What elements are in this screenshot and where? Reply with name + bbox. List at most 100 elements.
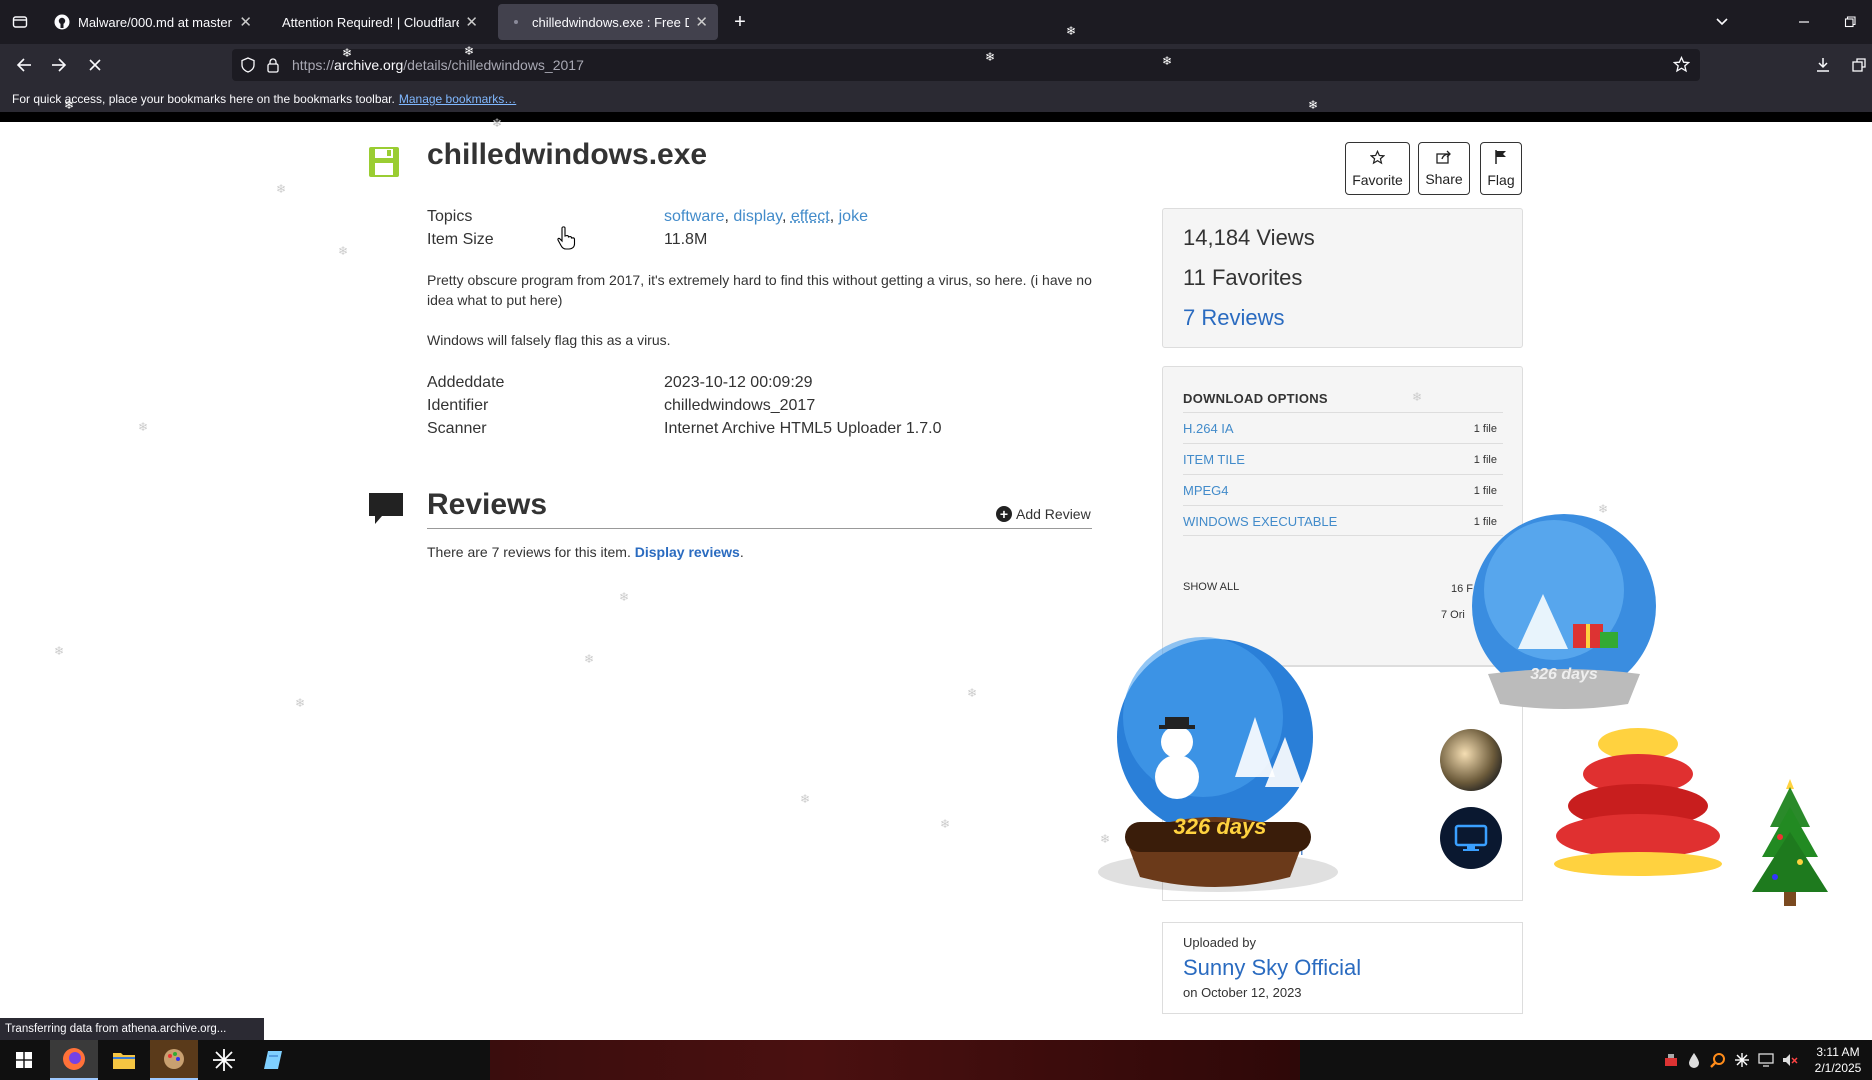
snowflake-icon: ❄	[619, 590, 630, 604]
topic-link-display[interactable]: display	[733, 208, 782, 225]
snowflake-icon: ❄	[940, 817, 951, 831]
download-options-heading: DOWNLOAD OPTIONS	[1183, 391, 1328, 406]
download-option-row[interactable]: MPEG4 1 file	[1183, 474, 1503, 505]
upload-date: on October 12, 2023	[1183, 985, 1302, 1000]
shield-icon[interactable]	[240, 57, 256, 76]
file-explorer-taskbar-button[interactable]	[100, 1040, 148, 1080]
close-tab-icon[interactable]: ✕	[695, 13, 708, 31]
snowflake-app-taskbar-button[interactable]	[200, 1040, 248, 1080]
notepad-taskbar-button[interactable]	[250, 1040, 298, 1080]
palette-icon	[164, 1049, 184, 1069]
download-option-name[interactable]: MPEG4	[1183, 483, 1229, 498]
url-bar[interactable]: https://archive.org/details/chilledwindo…	[232, 49, 1700, 81]
tab-cloudflare[interactable]: Attention Required! | Cloudflare ✕	[270, 4, 488, 40]
download-option-count: 1 file	[1473, 423, 1497, 435]
display-reviews-link[interactable]: Display reviews	[635, 544, 740, 560]
collection-thumbnail[interactable]	[1440, 729, 1502, 791]
topics-list: software, display, effect, joke	[664, 208, 868, 225]
downloads-icon[interactable]	[1808, 50, 1838, 80]
download-option-row[interactable]: H.264 IA 1 file	[1183, 412, 1503, 443]
addeddate-label: Addeddate	[427, 374, 505, 391]
network-icon[interactable]	[1758, 1052, 1774, 1068]
snowflake-icon: ❄	[138, 420, 149, 434]
identifier-value: chilledwindows_2017	[664, 397, 816, 414]
snowflake-icon: ❄	[338, 244, 349, 258]
lock-icon[interactable]	[266, 57, 280, 76]
reviews-heading: Reviews	[427, 488, 548, 521]
notepad-icon	[264, 1051, 282, 1069]
favorite-label: Favorite	[1352, 171, 1403, 188]
close-tab-icon[interactable]: ✕	[239, 13, 252, 31]
restore-icon[interactable]	[1840, 12, 1860, 32]
favorites-count: 11 Favorites	[1183, 265, 1303, 290]
tray-app-icon[interactable]	[1663, 1052, 1679, 1068]
download-option-name[interactable]: WINDOWS EXECUTABLE	[1183, 514, 1337, 529]
reviews-count-link[interactable]: 7 Reviews	[1183, 305, 1284, 331]
snow-globe-snowman-widget[interactable]: 326 days	[1085, 637, 1351, 907]
paint-taskbar-button[interactable]	[150, 1040, 198, 1080]
extensions-icon[interactable]	[1844, 50, 1872, 80]
snow-globe-tree-widget[interactable]: 326 days	[1468, 514, 1660, 714]
tab-archive[interactable]: chilledwindows.exe : Free Down ✕	[498, 4, 718, 40]
forward-arrow-icon[interactable]	[44, 50, 74, 80]
url-path: /details/chilledwindows_2017	[403, 57, 584, 73]
close-tab-icon[interactable]: ✕	[465, 13, 478, 31]
item-description-note: Windows will falsely flag this as a viru…	[427, 332, 671, 348]
url-text: https://archive.org/details/chilledwindo…	[292, 57, 584, 73]
snowflake-icon: ❄	[54, 644, 65, 658]
new-tab-button[interactable]: +	[728, 10, 752, 34]
collection-thumbnail[interactable]	[1440, 807, 1502, 869]
snowflake-icon: ❄	[1162, 54, 1173, 68]
start-button[interactable]	[0, 1040, 48, 1080]
star-icon	[1369, 149, 1386, 169]
snowflake-icon: ❄	[276, 182, 287, 196]
tab-list-icon[interactable]	[10, 12, 30, 32]
snowflake-icon: ❄	[64, 98, 75, 112]
snowflake-icon: ❄	[584, 652, 595, 666]
download-option-name[interactable]: ITEM TILE	[1183, 452, 1245, 467]
download-option-name[interactable]: H.264 IA	[1183, 421, 1234, 436]
snowflake-icon: ❄	[1308, 98, 1319, 112]
firefox-icon	[63, 1048, 85, 1070]
github-icon	[54, 14, 70, 30]
manage-bookmarks-link[interactable]: Manage bookmarks…	[399, 92, 516, 106]
topic-link-software[interactable]: software	[664, 208, 724, 225]
share-button[interactable]: Share	[1418, 142, 1470, 195]
snowflake-icon: ❄	[967, 686, 978, 700]
flag-button[interactable]: Flag	[1480, 142, 1522, 195]
topic-link-joke[interactable]: joke	[839, 208, 868, 225]
snowflake-icon: ❄	[295, 696, 306, 710]
stop-loading-icon[interactable]	[80, 50, 110, 80]
asterisk-tray-icon[interactable]	[1734, 1052, 1750, 1068]
minimize-icon[interactable]	[1794, 12, 1814, 32]
volume-muted-icon[interactable]	[1782, 1052, 1798, 1068]
back-arrow-icon[interactable]	[9, 50, 39, 80]
search-icon[interactable]	[1710, 1052, 1726, 1068]
speech-bubble-icon	[368, 492, 404, 524]
download-option-row[interactable]: WINDOWS EXECUTABLE 1 file	[1183, 505, 1503, 536]
uploader-name-link[interactable]: Sunny Sky Official	[1183, 955, 1361, 981]
favorite-button[interactable]: Favorite	[1345, 142, 1410, 195]
taskbar-wallpaper	[490, 1040, 1300, 1080]
snowflake-icon: ❄	[985, 50, 996, 64]
monitor-icon	[1454, 824, 1488, 851]
tab-title: Malware/000.md at master · No	[78, 14, 233, 30]
system-clock[interactable]: 3:11 AM 2/1/2025	[1810, 1044, 1866, 1076]
item-size-value: 11.8M	[664, 231, 708, 248]
share-label: Share	[1425, 171, 1463, 187]
drop-icon[interactable]	[1686, 1052, 1702, 1068]
firefox-taskbar-button[interactable]	[50, 1040, 98, 1080]
snowflake-icon: ❄	[1412, 390, 1423, 404]
browser-nav-bar: https://archive.org/details/chilledwindo…	[0, 44, 1872, 86]
original-files-count: 7 Ori	[1441, 609, 1465, 621]
tab-github[interactable]: Malware/000.md at master · No ✕	[44, 4, 262, 40]
add-review-button[interactable]: + Add Review	[996, 506, 1091, 522]
topic-link-effect[interactable]: effect	[791, 208, 830, 225]
download-option-row[interactable]: ITEM TILE 1 file	[1183, 443, 1503, 474]
bookmark-star-icon[interactable]	[1672, 55, 1691, 76]
page-content: chilledwindows.exe Topics software, disp…	[0, 116, 1872, 1040]
snowflake-icon: ❄	[342, 46, 353, 60]
stats-panel: 14,184 Views 11 Favorites 7 Reviews	[1162, 208, 1523, 348]
chevron-down-icon[interactable]	[1712, 12, 1732, 32]
show-all-link[interactable]: SHOW ALL	[1183, 581, 1239, 593]
